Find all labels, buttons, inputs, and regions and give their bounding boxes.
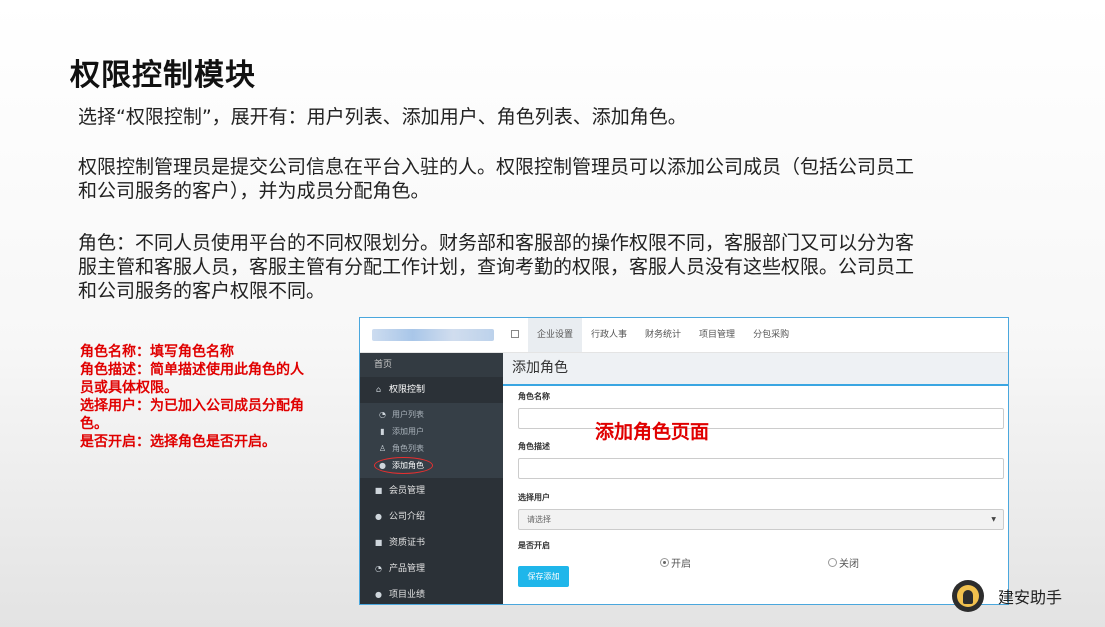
tab-company-settings[interactable]: 企业设置 — [528, 318, 583, 352]
role-icon: ♙ — [378, 444, 387, 453]
role-desc-input[interactable] — [518, 458, 1004, 479]
sidebar-item-label: 资质证书 — [389, 538, 426, 548]
sidebar: 首页 ⌂ 权限控制 ◔ 用户列表 ▮ 添加用户 ♙ 角色列表 ● 添加角色 ■ … — [360, 353, 503, 604]
chat-icon: ■ — [374, 486, 383, 495]
sidebar-group-label: 权限控制 — [389, 385, 426, 395]
product-icon: ◔ — [375, 564, 382, 573]
add-role-form: 角色名称 角色描述 选择用户 请选择 ▼ 是否开启 开启 关闭 — [518, 391, 1004, 574]
tab-hr[interactable]: 行政人事 — [582, 318, 636, 352]
enabled-radio-group: 开启 关闭 — [518, 552, 1004, 574]
brand-name: 建安助手 — [998, 588, 1063, 607]
sidebar-item-label: 公司介绍 — [389, 512, 426, 522]
add-user-icon: ▮ — [380, 427, 385, 436]
page-title: 添加角色 — [503, 353, 1008, 386]
brand-logo-icon — [952, 580, 984, 612]
sidebar-item-members[interactable]: ■ 会员管理 — [360, 478, 503, 504]
sidebar-subitem-add-user[interactable]: ▮ 添加用户 — [360, 423, 503, 440]
radio-enabled[interactable]: 开启 — [660, 555, 691, 570]
blurred-logo — [372, 329, 494, 341]
page-annotation-label: 添加角色页面 — [595, 421, 710, 443]
top-nav: 企业设置 行政人事 财务统计 项目管理 分包采购 — [528, 318, 798, 352]
admin-paragraph: 权限控制管理员是提交公司信息在平台入驻的人。权限控制管理员可以添加公司成员（包括… — [78, 156, 915, 202]
intro-paragraph: 选择“权限控制”，展开有：用户列表、添加用户、角色列表、添加角色。 — [78, 106, 687, 128]
highlight-circle — [374, 457, 433, 474]
radio-disabled[interactable]: 关闭 — [828, 555, 859, 570]
bulb-icon: ● — [375, 512, 382, 521]
sidebar-item-home[interactable]: 首页 — [360, 353, 503, 377]
sidebar-subitem-label: 用户列表 — [392, 410, 424, 419]
sidebar-item-company-intro[interactable]: ● 公司介绍 — [360, 504, 503, 530]
chevron-down-icon: ▼ — [991, 516, 996, 523]
radio-disabled-label: 关闭 — [839, 559, 859, 570]
tab-finance[interactable]: 财务统计 — [636, 318, 690, 352]
role-name-label: 角色名称 — [518, 392, 550, 401]
sidebar-item-label: 会员管理 — [389, 486, 426, 496]
note-enabled: 是否开启：选择角色是否开启。 — [80, 434, 276, 450]
menu-toggle-icon[interactable] — [511, 330, 519, 338]
radio-checked-icon — [660, 558, 669, 567]
role-name-input[interactable] — [518, 408, 1004, 429]
radio-enabled-label: 开启 — [671, 559, 691, 570]
role-paragraph: 角色：不同人员使用平台的不同权限划分。财务部和客服部的操作权限不同，客服部门又可… — [78, 232, 915, 302]
tab-projects[interactable]: 项目管理 — [690, 318, 744, 352]
select-placeholder: 请选择 — [527, 515, 551, 524]
radio-unchecked-icon — [828, 558, 837, 567]
sidebar-subitem-role-list[interactable]: ♙ 角色列表 — [360, 440, 503, 457]
home-icon: ⌂ — [375, 385, 382, 394]
sidebar-item-products[interactable]: ◔ 产品管理 — [360, 556, 503, 582]
sidebar-item-label: 项目业绩 — [389, 590, 426, 600]
tab-procurement[interactable]: 分包采购 — [744, 318, 798, 352]
sidebar-item-label: 产品管理 — [389, 564, 426, 574]
app-screenshot: 企业设置 行政人事 财务统计 项目管理 分包采购 首页 ⌂ 权限控制 ◔ 用户列… — [359, 317, 1009, 605]
role-desc-label: 角色描述 — [518, 442, 550, 451]
sidebar-subitem-label: 角色列表 — [392, 444, 424, 453]
users-icon: ◔ — [379, 410, 386, 419]
pin-icon: ● — [375, 590, 382, 599]
sidebar-subitem-add-role[interactable]: ● 添加角色 — [360, 457, 503, 474]
save-add-button[interactable]: 保存添加 — [518, 566, 569, 587]
note-role-desc: 角色描述：简单描述使用此角色的人员或具体权限。 — [80, 362, 304, 396]
main-content: 添加角色 角色名称 角色描述 选择用户 请选择 ▼ 是否开启 开启 关闭 — [503, 353, 1008, 604]
sidebar-subitem-user-list[interactable]: ◔ 用户列表 — [360, 406, 503, 423]
sidebar-submenu: ◔ 用户列表 ▮ 添加用户 ♙ 角色列表 ● 添加角色 — [360, 403, 503, 478]
sidebar-subitem-label: 添加用户 — [392, 427, 424, 436]
select-user-label: 选择用户 — [518, 493, 550, 502]
sidebar-item-certificates[interactable]: ■ 资质证书 — [360, 530, 503, 556]
sidebar-group-permissions[interactable]: ⌂ 权限控制 — [360, 377, 503, 403]
note-select-user: 选择用户：为已加入公司成员分配角色。 — [80, 398, 304, 432]
select-user-dropdown[interactable]: 请选择 ▼ — [518, 509, 1004, 530]
certificate-icon: ■ — [374, 538, 383, 547]
slide-title: 权限控制模块 — [70, 58, 256, 93]
brand: 建安助手 — [952, 580, 1062, 612]
field-notes: 角色名称：填写角色名称 角色描述：简单描述使用此角色的人员或具体权限。 选择用户… — [80, 343, 312, 451]
app-header: 企业设置 行政人事 财务统计 项目管理 分包采购 — [360, 318, 1008, 353]
sidebar-item-project-performance[interactable]: ● 项目业绩 — [360, 582, 503, 604]
note-role-name: 角色名称：填写角色名称 — [80, 344, 234, 360]
enabled-label: 是否开启 — [518, 541, 550, 550]
